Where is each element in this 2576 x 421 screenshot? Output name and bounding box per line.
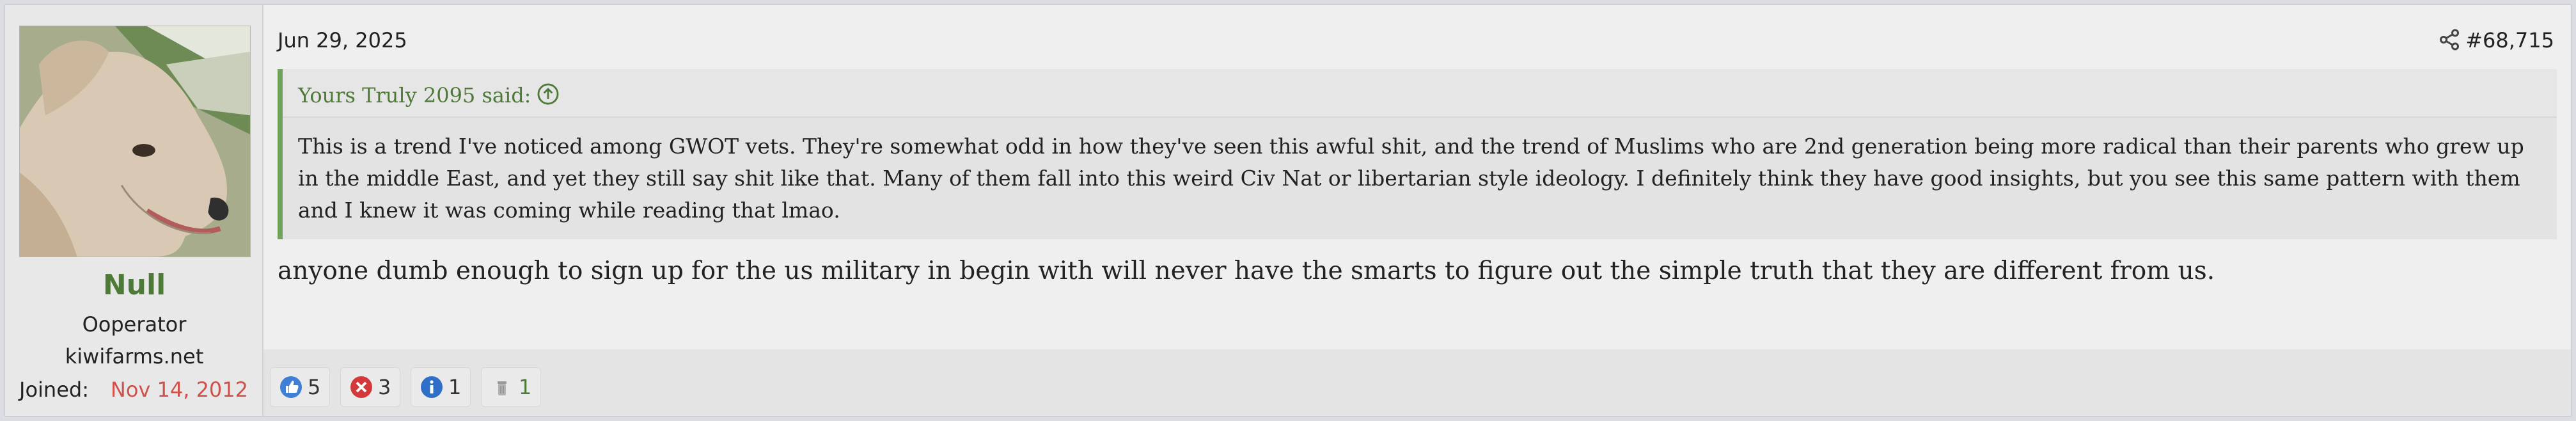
avatar[interactable]: [19, 26, 251, 257]
dog-avatar-icon: [20, 26, 250, 257]
arrow-up-circle-icon[interactable]: [536, 82, 560, 106]
reaction-info[interactable]: 1: [411, 367, 471, 407]
share-icon[interactable]: [2438, 28, 2461, 51]
reaction-count: 1: [448, 375, 462, 399]
quote-header: Yours Truly 2095 said:: [283, 69, 2557, 118]
post-date[interactable]: Jun 29, 2025: [278, 28, 407, 52]
reaction-count: 5: [308, 375, 321, 399]
quote-author[interactable]: Yours Truly 2095 said:: [298, 83, 531, 107]
post-number[interactable]: #68,715: [2465, 28, 2554, 52]
reaction-x[interactable]: 3: [340, 367, 401, 407]
message-text: anyone dumb enough to sign up for the us…: [278, 257, 2215, 285]
user-sidebar: Null Ooperator kiwifarms.net Joined: Nov…: [5, 5, 263, 416]
info-icon: [421, 376, 443, 398]
post-main: Jun 29, 2025 #68,715 Yours Truly 2095 sa…: [263, 5, 2571, 416]
reaction-count: 1: [519, 375, 532, 399]
user-site: kiwifarms.net: [65, 344, 204, 369]
quote-text: This is a trend I've noticed among GWOT …: [298, 134, 2524, 223]
thumbs-up-icon: [280, 376, 302, 398]
trash-icon: [498, 381, 507, 395]
x-circle-icon: [350, 376, 372, 398]
user-title: Ooperator: [82, 312, 187, 337]
reaction-thumbs-up[interactable]: 5: [270, 367, 331, 407]
joined-label: Joined:: [19, 377, 89, 402]
quote-block: Yours Truly 2095 said: This is a trend I…: [278, 69, 2557, 239]
forum-post: Null Ooperator kiwifarms.net Joined: Nov…: [4, 4, 2572, 417]
joined-date: Nov 14, 2012: [110, 377, 248, 402]
reaction-count: 3: [378, 375, 391, 399]
reactions-bar: 5 3 1 1: [263, 349, 2571, 416]
reaction-trash[interactable]: 1: [481, 367, 542, 407]
username[interactable]: Null: [5, 269, 263, 301]
